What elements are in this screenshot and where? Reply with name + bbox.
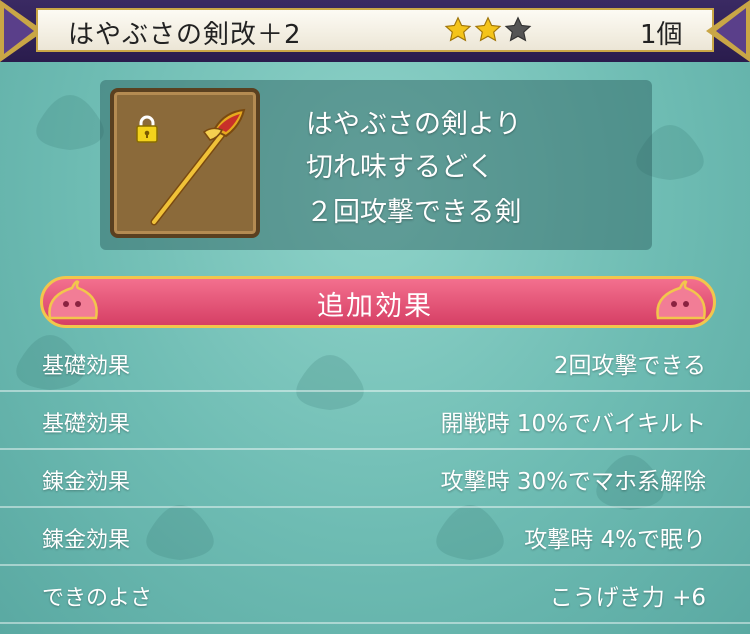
star-empty-icon — [504, 16, 532, 42]
effect-row: できのよさ こうげき力 +6 — [0, 566, 750, 624]
effect-value: 開戦時 10%でバイキルト — [440, 411, 706, 437]
effect-label: できのよさ — [42, 586, 153, 611]
item-icon-frame[interactable] — [110, 88, 260, 238]
effect-row: 錬金効果 攻撃時 30%でマホ系解除 — [0, 450, 750, 508]
item-count: 1個 — [640, 20, 683, 50]
effect-value: 攻撃時 4%で眠り — [524, 527, 706, 553]
effect-label: 錬金効果 — [42, 528, 131, 553]
effects-title: 追加効果 — [317, 291, 433, 322]
effect-label: 基礎効果 — [42, 412, 131, 437]
header-corner-ornament-right — [706, 0, 750, 62]
rarity-stars — [444, 16, 532, 46]
effect-value: 攻撃時 30%でマホ系解除 — [440, 469, 706, 495]
sword-icon — [150, 108, 246, 226]
item-description-line: 切れ味するどく — [306, 152, 495, 183]
item-header: はやぶさの剣改＋2 1個 — [0, 0, 750, 62]
effect-value: こうげき力 +6 — [549, 585, 706, 611]
effect-row: 錬金効果 攻撃時 4%で眠り — [0, 508, 750, 566]
effect-row: 基礎効果 2回攻撃できる — [0, 334, 750, 392]
item-description-line: ２回攻撃できる剣 — [306, 197, 522, 228]
star-filled-icon — [474, 16, 502, 42]
effect-label: 錬金効果 — [42, 470, 131, 495]
effect-value: 2回攻撃できる — [553, 353, 706, 379]
item-name: はやぶさの剣改＋2 — [68, 20, 302, 50]
star-filled-icon — [444, 16, 472, 42]
effect-label: 基礎効果 — [42, 354, 131, 379]
effect-row: 基礎効果 開戦時 10%でバイキルト — [0, 392, 750, 450]
item-description-line: はやぶさの剣より — [306, 109, 522, 140]
